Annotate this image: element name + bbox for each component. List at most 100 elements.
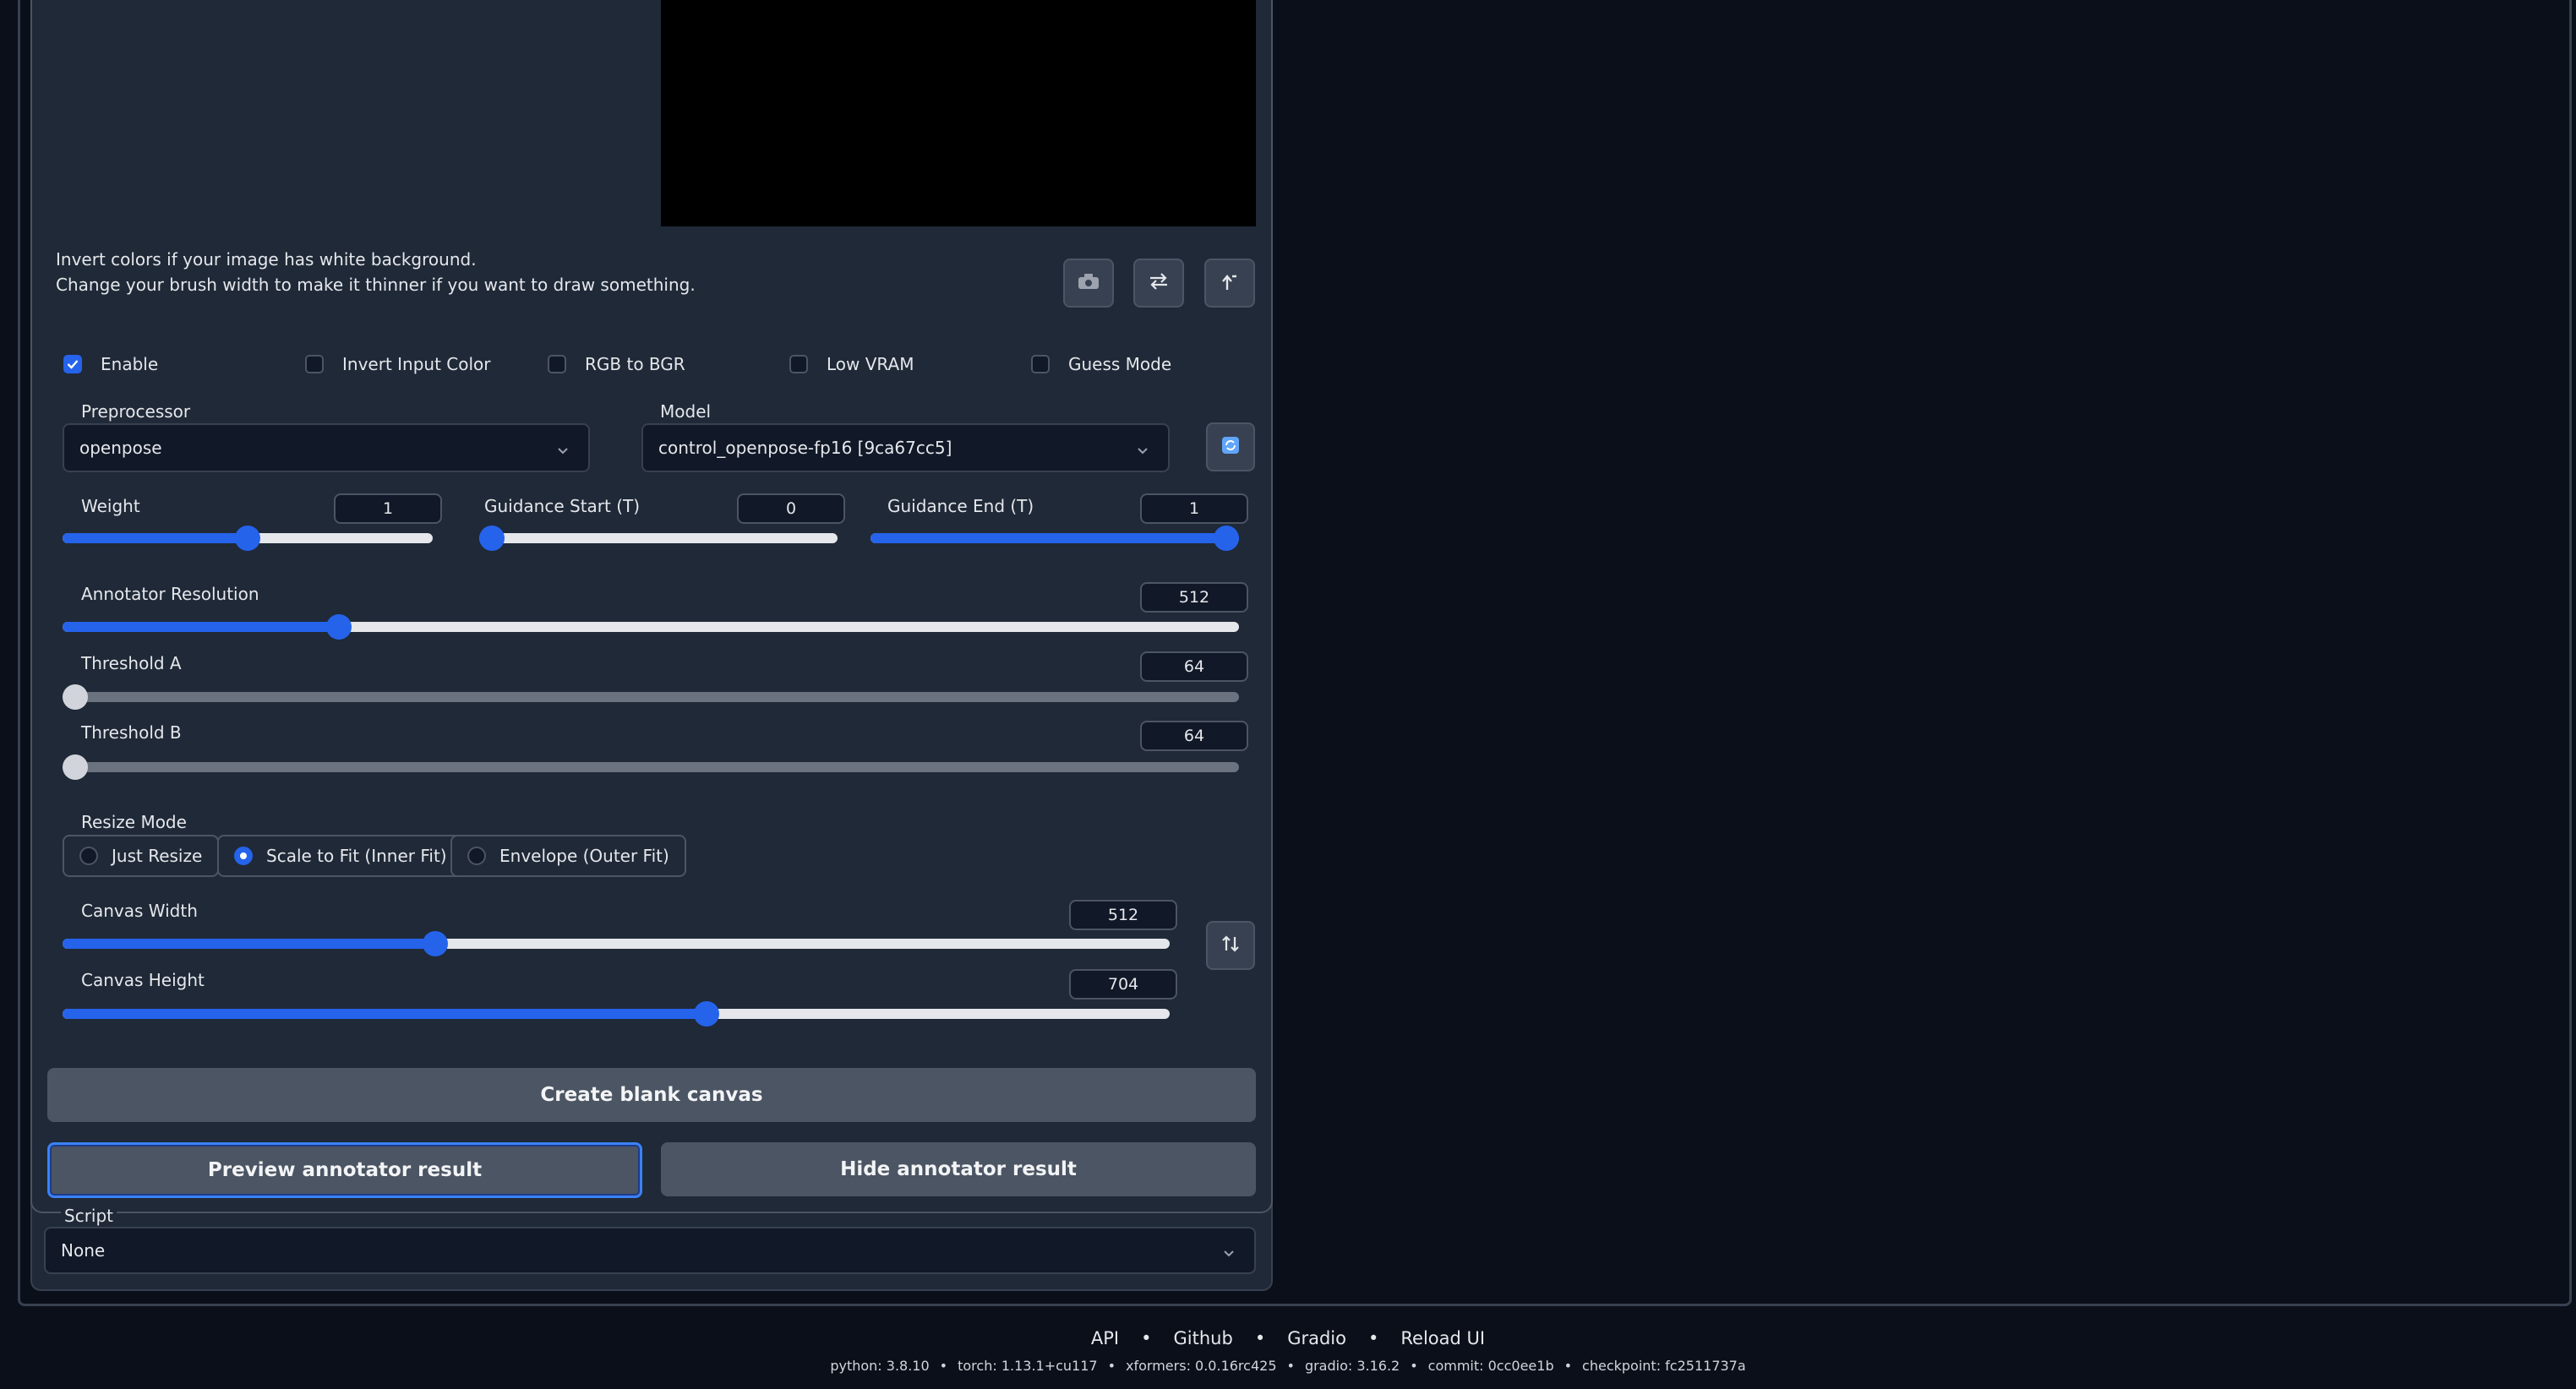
version-python: python: 3.8.10 [830, 1358, 930, 1374]
slider-fill [63, 622, 340, 632]
separator-dot: • [1368, 1328, 1379, 1348]
separator-dot: • [939, 1358, 948, 1374]
script-label: Script [61, 1206, 117, 1226]
hint-invert-colors: Invert colors if your image has white ba… [56, 249, 477, 270]
footer-links: API • Github • Gradio • Reload UI [0, 1328, 2576, 1348]
preview-annotator-button[interactable]: Preview annotator result [47, 1142, 642, 1198]
guidance-end-slider[interactable] [870, 526, 1239, 551]
preprocessor-dropdown[interactable]: openpose [63, 423, 590, 472]
guidance-start-input[interactable]: 0 [737, 493, 845, 524]
refresh-models-button[interactable] [1206, 422, 1255, 471]
weight-label: Weight [81, 496, 140, 516]
canvas-width-input[interactable]: 512 [1069, 900, 1177, 930]
radio-button[interactable] [234, 847, 253, 865]
model-value: control_openpose-fp16 [9ca67cc5] [658, 438, 952, 458]
checkbox-invert-input-color[interactable]: Invert Input Color [305, 354, 491, 374]
weight-slider[interactable] [63, 526, 433, 551]
canvas-height-label: Canvas Height [81, 970, 205, 990]
slider-fill [63, 1009, 707, 1019]
checkbox-box[interactable] [1031, 355, 1050, 373]
hide-annotator-button[interactable]: Hide annotator result [661, 1142, 1256, 1196]
radio-button[interactable] [79, 847, 98, 865]
camera-button[interactable] [1063, 259, 1114, 308]
slider-thumb[interactable] [479, 526, 505, 551]
threshold-a-input[interactable]: 64 [1140, 651, 1248, 682]
footer-link-gradio[interactable]: Gradio [1287, 1328, 1346, 1348]
checkbox-label: RGB to BGR [585, 354, 685, 374]
radio-button[interactable] [467, 847, 486, 865]
threshold-b-slider[interactable] [63, 754, 1239, 780]
footer-link-api[interactable]: API [1091, 1328, 1119, 1348]
radio-scale-to-fit[interactable]: Scale to Fit (Inner Fit) [217, 835, 464, 877]
checkbox-box[interactable] [63, 355, 82, 373]
slider-thumb[interactable] [63, 754, 88, 780]
swap-vertical-icon [1220, 934, 1241, 957]
image-canvas[interactable] [661, 0, 1256, 226]
separator-dot: • [1107, 1358, 1116, 1374]
slider-fill [63, 533, 248, 543]
version-torch: torch: 1.13.1+cu117 [958, 1358, 1098, 1374]
checkbox-label: Enable [101, 354, 159, 374]
slider-fill [870, 533, 1239, 543]
canvas-width-label: Canvas Width [81, 901, 198, 921]
resize-mode-label: Resize Mode [81, 812, 187, 832]
threshold-a-label: Threshold A [81, 653, 182, 673]
chevron-down-icon [1136, 441, 1149, 461]
separator-dot: • [1410, 1358, 1418, 1374]
annotator-resolution-input[interactable]: 512 [1140, 582, 1248, 613]
guidance-start-slider[interactable] [479, 526, 838, 551]
camera-icon [1078, 273, 1100, 293]
footer-version-info: python: 3.8.10 • torch: 1.13.1+cu117 • x… [0, 1358, 2576, 1374]
checkbox-rgb-to-bgr[interactable]: RGB to BGR [548, 354, 685, 374]
guidance-end-label: Guidance End (T) [887, 496, 1034, 516]
canvas-height-slider[interactable] [63, 1001, 1170, 1027]
slider-thumb[interactable] [1214, 526, 1239, 551]
radio-label: Scale to Fit (Inner Fit) [266, 846, 447, 866]
checkbox-box[interactable] [548, 355, 566, 373]
swap-icon [1147, 272, 1171, 294]
slider-thumb[interactable] [235, 526, 260, 551]
model-label: Model [660, 401, 712, 422]
separator-dot: • [1286, 1358, 1295, 1374]
chevron-down-icon [1222, 1244, 1236, 1264]
radio-label: Envelope (Outer Fit) [499, 846, 669, 866]
radio-label: Just Resize [112, 846, 203, 866]
script-value: None [61, 1240, 106, 1261]
slider-thumb[interactable] [63, 684, 88, 710]
checkbox-low-vram[interactable]: Low VRAM [789, 354, 914, 374]
checkbox-label: Guess Mode [1068, 354, 1172, 374]
guidance-start-label: Guidance Start (T) [484, 496, 641, 516]
separator-dot: • [1254, 1328, 1266, 1348]
model-dropdown[interactable]: control_openpose-fp16 [9ca67cc5] [641, 423, 1170, 472]
canvas-height-input[interactable]: 704 [1069, 969, 1177, 1000]
annotator-resolution-label: Annotator Resolution [81, 584, 259, 604]
radio-just-resize[interactable]: Just Resize [63, 835, 220, 877]
swap-dimensions-button[interactable] [1206, 921, 1255, 970]
version-xformers: xformers: 0.0.16rc425 [1126, 1358, 1277, 1374]
preprocessor-label: Preprocessor [81, 401, 191, 422]
footer-link-reload-ui[interactable]: Reload UI [1400, 1328, 1485, 1348]
canvas-width-slider[interactable] [63, 931, 1170, 956]
checkbox-label: Invert Input Color [342, 354, 491, 374]
script-dropdown[interactable]: None [44, 1227, 1256, 1274]
separator-dot: • [1564, 1358, 1573, 1374]
checkbox-enable[interactable]: Enable [63, 354, 158, 374]
preprocessor-value: openpose [79, 438, 162, 458]
checkbox-box[interactable] [305, 355, 324, 373]
checkbox-box[interactable] [789, 355, 808, 373]
threshold-a-slider[interactable] [63, 684, 1239, 710]
swap-button[interactable] [1133, 259, 1184, 308]
threshold-b-input[interactable]: 64 [1140, 721, 1248, 751]
slider-thumb[interactable] [326, 614, 352, 640]
radio-envelope[interactable]: Envelope (Outer Fit) [450, 835, 686, 877]
threshold-b-label: Threshold B [81, 722, 182, 743]
checkbox-guess-mode[interactable]: Guess Mode [1031, 354, 1171, 374]
footer-link-github[interactable]: Github [1174, 1328, 1233, 1348]
annotator-resolution-slider[interactable] [63, 614, 1239, 640]
version-commit: commit: 0cc0ee1b [1427, 1358, 1554, 1374]
create-blank-canvas-button[interactable]: Create blank canvas [47, 1068, 1256, 1122]
guidance-end-input[interactable]: 1 [1140, 493, 1248, 524]
chevron-down-icon [556, 441, 570, 461]
send-dimensions-button[interactable] [1204, 259, 1255, 308]
weight-input[interactable]: 1 [334, 493, 442, 524]
